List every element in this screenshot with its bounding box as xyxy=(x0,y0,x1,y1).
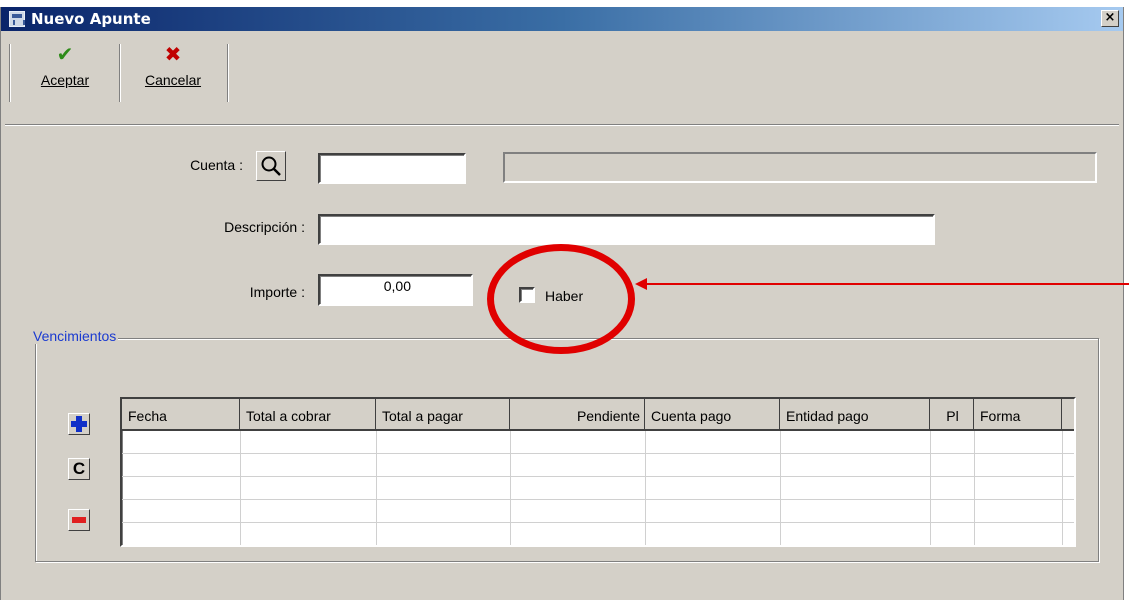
grid-line xyxy=(510,431,511,545)
vencimientos-title: Vencimientos xyxy=(31,328,119,344)
cuenta-description-field xyxy=(503,152,1097,183)
aceptar-button[interactable]: ✔ Aceptar xyxy=(15,42,115,104)
annotation-arrow-line xyxy=(645,283,1129,285)
toolbar-divider xyxy=(5,124,1119,126)
table-row[interactable] xyxy=(122,500,1074,523)
col-header-total-pagar[interactable]: Total a pagar xyxy=(376,399,510,431)
annotation-arrow-head xyxy=(635,278,647,290)
highlight-ellipse xyxy=(487,244,635,354)
check-icon: ✔ xyxy=(56,44,74,66)
cancelar-button[interactable]: ✖ Cancelar xyxy=(125,42,221,104)
search-icon xyxy=(261,156,281,176)
toolbar-separator xyxy=(119,44,121,102)
window-app-icon xyxy=(9,11,25,27)
minus-icon xyxy=(72,517,86,523)
col-header-pendiente[interactable]: Pendiente xyxy=(510,399,645,431)
grid-line xyxy=(780,431,781,545)
col-header-forma[interactable]: Forma xyxy=(974,399,1062,431)
table-row[interactable] xyxy=(122,523,1074,545)
add-row-button[interactable] xyxy=(68,413,90,435)
toolbar: ✔ Aceptar ✖ Cancelar xyxy=(9,42,239,104)
table-row[interactable] xyxy=(122,454,1074,477)
cuenta-input[interactable] xyxy=(318,153,466,184)
x-icon: ✖ xyxy=(164,44,182,66)
vencimientos-grid[interactable]: Fecha Total a cobrar Total a pagar Pendi… xyxy=(120,397,1076,547)
col-header-entidad-pago[interactable]: Entidad pago xyxy=(780,399,930,431)
grid-line xyxy=(1062,431,1063,545)
grid-header: Fecha Total a cobrar Total a pagar Pendi… xyxy=(122,399,1074,431)
grid-line xyxy=(930,431,931,545)
toolbar-separator xyxy=(227,44,229,102)
grid-line xyxy=(645,431,646,545)
col-header-cuenta-pago[interactable]: Cuenta pago xyxy=(645,399,780,431)
table-row[interactable] xyxy=(122,431,1074,454)
cancelar-label: Cancelar xyxy=(125,72,221,88)
importe-label: Importe : xyxy=(249,284,305,300)
aceptar-label-text: Aceptar xyxy=(40,72,90,88)
aceptar-label: Aceptar xyxy=(15,72,115,88)
cancelar-label-text: Cancelar xyxy=(144,72,202,88)
descripcion-label: Descripción : xyxy=(224,219,305,235)
remove-row-button[interactable] xyxy=(68,509,90,531)
col-header-fecha[interactable]: Fecha xyxy=(122,399,240,431)
col-header-pl[interactable]: Pl xyxy=(930,399,974,431)
clear-button[interactable]: C xyxy=(68,458,90,480)
toolbar-separator xyxy=(9,44,11,102)
grid-line xyxy=(240,431,241,545)
close-button[interactable]: × xyxy=(1101,10,1119,27)
nuevo-apunte-window: Nuevo Apunte × ✔ Aceptar ✖ Cancelar Cuen… xyxy=(0,7,1129,600)
grid-line xyxy=(376,431,377,545)
descripcion-input[interactable] xyxy=(318,214,935,245)
cuenta-search-button[interactable] xyxy=(256,151,286,181)
window-title: Nuevo Apunte xyxy=(31,10,151,28)
title-bar: Nuevo Apunte × xyxy=(1,7,1123,31)
importe-input[interactable]: 0,00 xyxy=(318,274,473,306)
cuenta-label: Cuenta : xyxy=(190,157,243,173)
plus-icon xyxy=(71,416,87,432)
col-header-total-cobrar[interactable]: Total a cobrar xyxy=(240,399,376,431)
col-header-filler xyxy=(1062,399,1074,431)
table-row[interactable] xyxy=(122,477,1074,500)
grid-line xyxy=(974,431,975,545)
